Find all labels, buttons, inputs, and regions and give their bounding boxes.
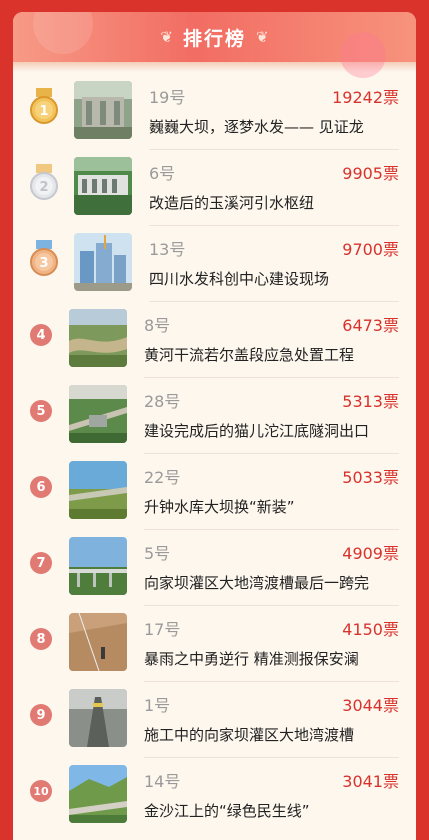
- rank-badge: 5: [30, 400, 52, 422]
- list-item[interactable]: 2 6号 9905票 改造后的玉溪河引水枢纽: [13, 150, 416, 226]
- entry-title: 建设完成后的猫儿沱江底隧洞出口: [144, 422, 370, 440]
- entry-number: 28号: [144, 392, 181, 411]
- rank-badge: 4: [30, 324, 52, 346]
- list-item[interactable]: 4 8号 6473票 黄河干流若尔盖段应急处置工程: [13, 302, 416, 378]
- list-item[interactable]: 6 22号 5033票 升钟水库大坝换“新装”: [13, 454, 416, 530]
- rank-badge: 9: [30, 704, 52, 726]
- entry-number: 19号: [149, 88, 186, 107]
- thumbnail-image: [69, 385, 127, 443]
- entry-title: 升钟水库大坝换“新装”: [144, 498, 295, 516]
- vote-count: 9700票: [342, 240, 399, 259]
- silver-medal-icon: 2: [30, 164, 58, 200]
- thumbnail-image: [69, 309, 127, 367]
- rank-badge: 10: [30, 780, 52, 802]
- thumbnail-image: [69, 537, 127, 595]
- entry-number: 5号: [144, 544, 171, 563]
- rank-badge: 8: [30, 628, 52, 650]
- page-title: 排行榜: [182, 27, 246, 50]
- entry-title: 向家坝灌区大地湾渡槽最后一跨完: [144, 574, 370, 592]
- vote-count: 3044票: [342, 696, 399, 715]
- thumbnail-image: [74, 233, 132, 291]
- vote-count: 3041票: [342, 772, 399, 791]
- entry-number: 14号: [144, 772, 181, 791]
- entry-number: 17号: [144, 620, 181, 639]
- list-item[interactable]: 3 13号 9700票 四川水发科创中心建设现场: [13, 226, 416, 302]
- svg-text:3: 3: [39, 256, 48, 271]
- entry-title: 四川水发科创中心建设现场: [149, 270, 330, 288]
- entry-number: 22号: [144, 468, 181, 487]
- svg-text:2: 2: [39, 180, 48, 195]
- entry-number: 13号: [149, 240, 186, 259]
- ranking-header: ❦ 排行榜 ❦: [13, 12, 416, 78]
- thumbnail-image: [74, 81, 132, 139]
- thumbnail-image: [74, 157, 132, 215]
- entry-number: 1号: [144, 696, 171, 715]
- laurel-left-icon: ❦: [160, 28, 173, 46]
- entry-title: 施工中的向家坝灌区大地湾渡槽: [144, 726, 355, 744]
- thumbnail-image: [69, 461, 127, 519]
- vote-count: 4150票: [342, 620, 399, 639]
- vote-count: 19242票: [332, 88, 399, 107]
- entry-number: 8号: [144, 316, 171, 335]
- entry-title: 巍巍大坝，逐梦水发—— 见证龙: [149, 118, 364, 136]
- ranking-panel: ❦ 排行榜 ❦ 1 19号 19242票 巍巍大坝，逐梦水发—— 见证龙 2 6…: [13, 12, 416, 840]
- entry-title: 改造后的玉溪河引水枢纽: [149, 194, 315, 212]
- thumbnail-image: [69, 613, 127, 671]
- svg-text:1: 1: [39, 104, 48, 119]
- vote-count: 5033票: [342, 468, 399, 487]
- entry-title: 暴雨之中勇逆行 精准测报保安澜: [144, 650, 359, 668]
- rank-badge: 7: [30, 552, 52, 574]
- entry-title: 金沙江上的“绿色民生线”: [144, 802, 310, 820]
- list-item[interactable]: 10 14号 3041票 金沙江上的“绿色民生线”: [13, 758, 416, 824]
- entry-number: 6号: [149, 164, 176, 183]
- thumbnail-image: [69, 689, 127, 747]
- list-item[interactable]: 9 1号 3044票 施工中的向家坝灌区大地湾渡槽: [13, 682, 416, 758]
- thumbnail-image: [69, 765, 127, 823]
- vote-count: 4909票: [342, 544, 399, 563]
- vote-count: 9905票: [342, 164, 399, 183]
- laurel-right-icon: ❦: [256, 28, 269, 46]
- vote-count: 6473票: [342, 316, 399, 335]
- list-item[interactable]: 5 28号 5313票 建设完成后的猫儿沱江底隧洞出口: [13, 378, 416, 454]
- rank-badge: 6: [30, 476, 52, 498]
- list-item[interactable]: 7 5号 4909票 向家坝灌区大地湾渡槽最后一跨完: [13, 530, 416, 606]
- gold-medal-icon: 1: [30, 88, 58, 124]
- list-item[interactable]: 1 19号 19242票 巍巍大坝，逐梦水发—— 见证龙: [13, 74, 416, 150]
- vote-count: 5313票: [342, 392, 399, 411]
- entry-title: 黄河干流若尔盖段应急处置工程: [144, 346, 355, 364]
- list-item[interactable]: 8 17号 4150票 暴雨之中勇逆行 精准测报保安澜: [13, 606, 416, 682]
- bronze-medal-icon: 3: [30, 240, 58, 276]
